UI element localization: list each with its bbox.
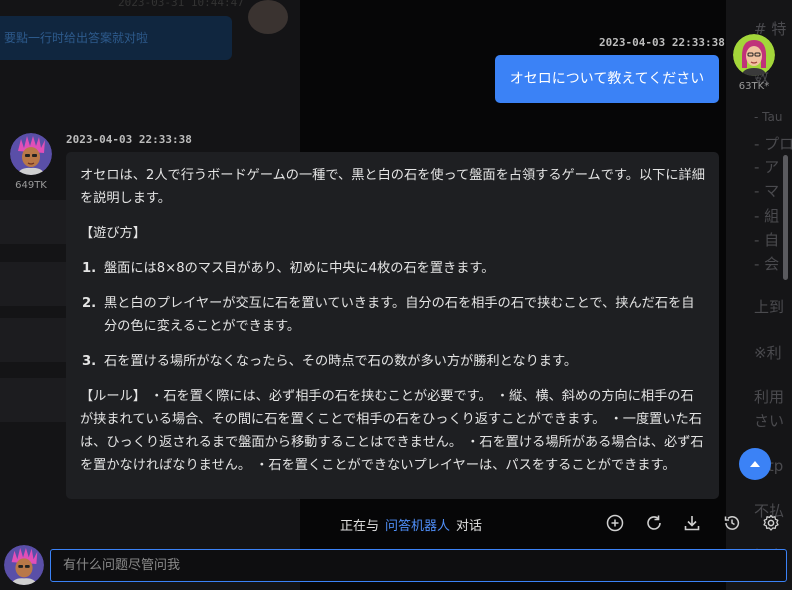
bot-rules-text: 【ルール】 ・石を置く際には、必ず相手の石を挟むことが必要です。 ・縦、横、斜め…: [80, 389, 704, 473]
user-username: 63TK*: [738, 81, 770, 92]
bot-section-title: 【遊び方】: [80, 226, 146, 241]
bg-line: ※利: [754, 344, 782, 362]
bot-message-timestamp: 2023-04-03 22:33:38: [66, 133, 192, 146]
download-button[interactable]: [682, 513, 702, 533]
list-item-text: 石を置ける場所がなくなったら、その時点で石の数が多い方が勝利となります。: [104, 354, 578, 369]
list-item-number: 1.: [82, 261, 97, 276]
settings-button[interactable]: [761, 513, 781, 533]
list-item: 2. 黒と白のプレイヤーが交互に石を置いていきます。自分の石を相手の石で挟むことで…: [80, 292, 705, 338]
background-row: [0, 200, 70, 244]
status-prefix: 正在与: [340, 519, 380, 534]
background-old-timestamp: 2023-03-31 10:44:47: [118, 0, 244, 9]
bg-line: - 会: [754, 255, 780, 273]
bg-line: - Tau: [754, 110, 783, 124]
download-icon: [684, 516, 700, 531]
conversation-status: 正在与 问答机器人 对话: [340, 515, 482, 534]
bg-line: さい: [754, 412, 785, 430]
status-bot-name[interactable]: 问答机器人: [385, 519, 450, 534]
message-input-container[interactable]: [50, 549, 787, 582]
user-message-bubble: オセロについて教えてください: [495, 55, 719, 103]
status-suffix: 对话: [456, 519, 483, 534]
list-item: 1. 盤面には8×8のマス目があり、初めに中央に4枚の石を置きます。: [80, 257, 705, 280]
bot-message-bubble: オセロは、2人で行うボードゲームの一種で、黒と白の石を使って盤面を占領するゲーム…: [66, 152, 719, 499]
bg-line: - プロ: [754, 135, 792, 153]
bg-line: 上到: [754, 298, 785, 316]
bg-line: 利用: [754, 388, 785, 406]
background-row: [0, 262, 70, 306]
bot-avatar-icon: [10, 133, 52, 175]
current-user-avatar[interactable]: [4, 545, 44, 585]
bg-line: - ア: [754, 158, 780, 176]
refresh-icon: [647, 515, 661, 530]
refresh-button[interactable]: [644, 513, 664, 533]
message-input[interactable]: [51, 550, 786, 581]
add-icon: [606, 514, 624, 532]
list-item: 3. 石を置ける場所がなくなったら、その時点で石の数が多い方が勝利となります。: [80, 350, 705, 373]
settings-icon: [763, 514, 779, 531]
new-chat-button[interactable]: [605, 513, 625, 533]
bot-steps-list: 1. 盤面には8×8のマス目があり、初めに中央に4枚の石を置きます。 2. 黒と白の…: [80, 257, 705, 373]
background-row: [0, 318, 70, 362]
bot-username: 649TK: [15, 180, 47, 191]
bot-intro-text: オセロは、2人で行うボードゲームの一種で、黒と白の石を使って盤面を占領するゲーム…: [80, 168, 705, 206]
history-icon: [724, 516, 740, 530]
list-item-number: 2.: [82, 296, 97, 311]
list-item-text: 盤面には8×8のマス目があり、初めに中央に4枚の石を置きます。: [104, 261, 495, 276]
bg-line: - 組: [754, 207, 780, 225]
list-item-text: 黒と白のプレイヤーが交互に石を置いていきます。自分の石を相手の石で挟むことで、挟…: [104, 296, 695, 334]
current-user-avatar-icon: [4, 545, 44, 585]
bg-line: - マ: [754, 182, 780, 200]
list-item-number: 3.: [82, 354, 97, 369]
user-avatar[interactable]: [733, 34, 775, 76]
scroll-to-top-button[interactable]: [739, 448, 771, 480]
user-message-timestamp: 2023-04-03 22:33:38: [599, 36, 725, 49]
history-button[interactable]: [722, 513, 742, 533]
caret-up-icon: [750, 461, 760, 467]
bg-line: - 自: [754, 231, 780, 249]
background-old-avatar: [248, 0, 288, 34]
bot-avatar[interactable]: [10, 133, 52, 175]
background-scrollbar[interactable]: [783, 155, 788, 280]
background-old-message: 要點一行时给出答案就对啦: [0, 16, 232, 60]
background-row: [0, 378, 70, 422]
user-avatar-icon: [733, 34, 775, 76]
